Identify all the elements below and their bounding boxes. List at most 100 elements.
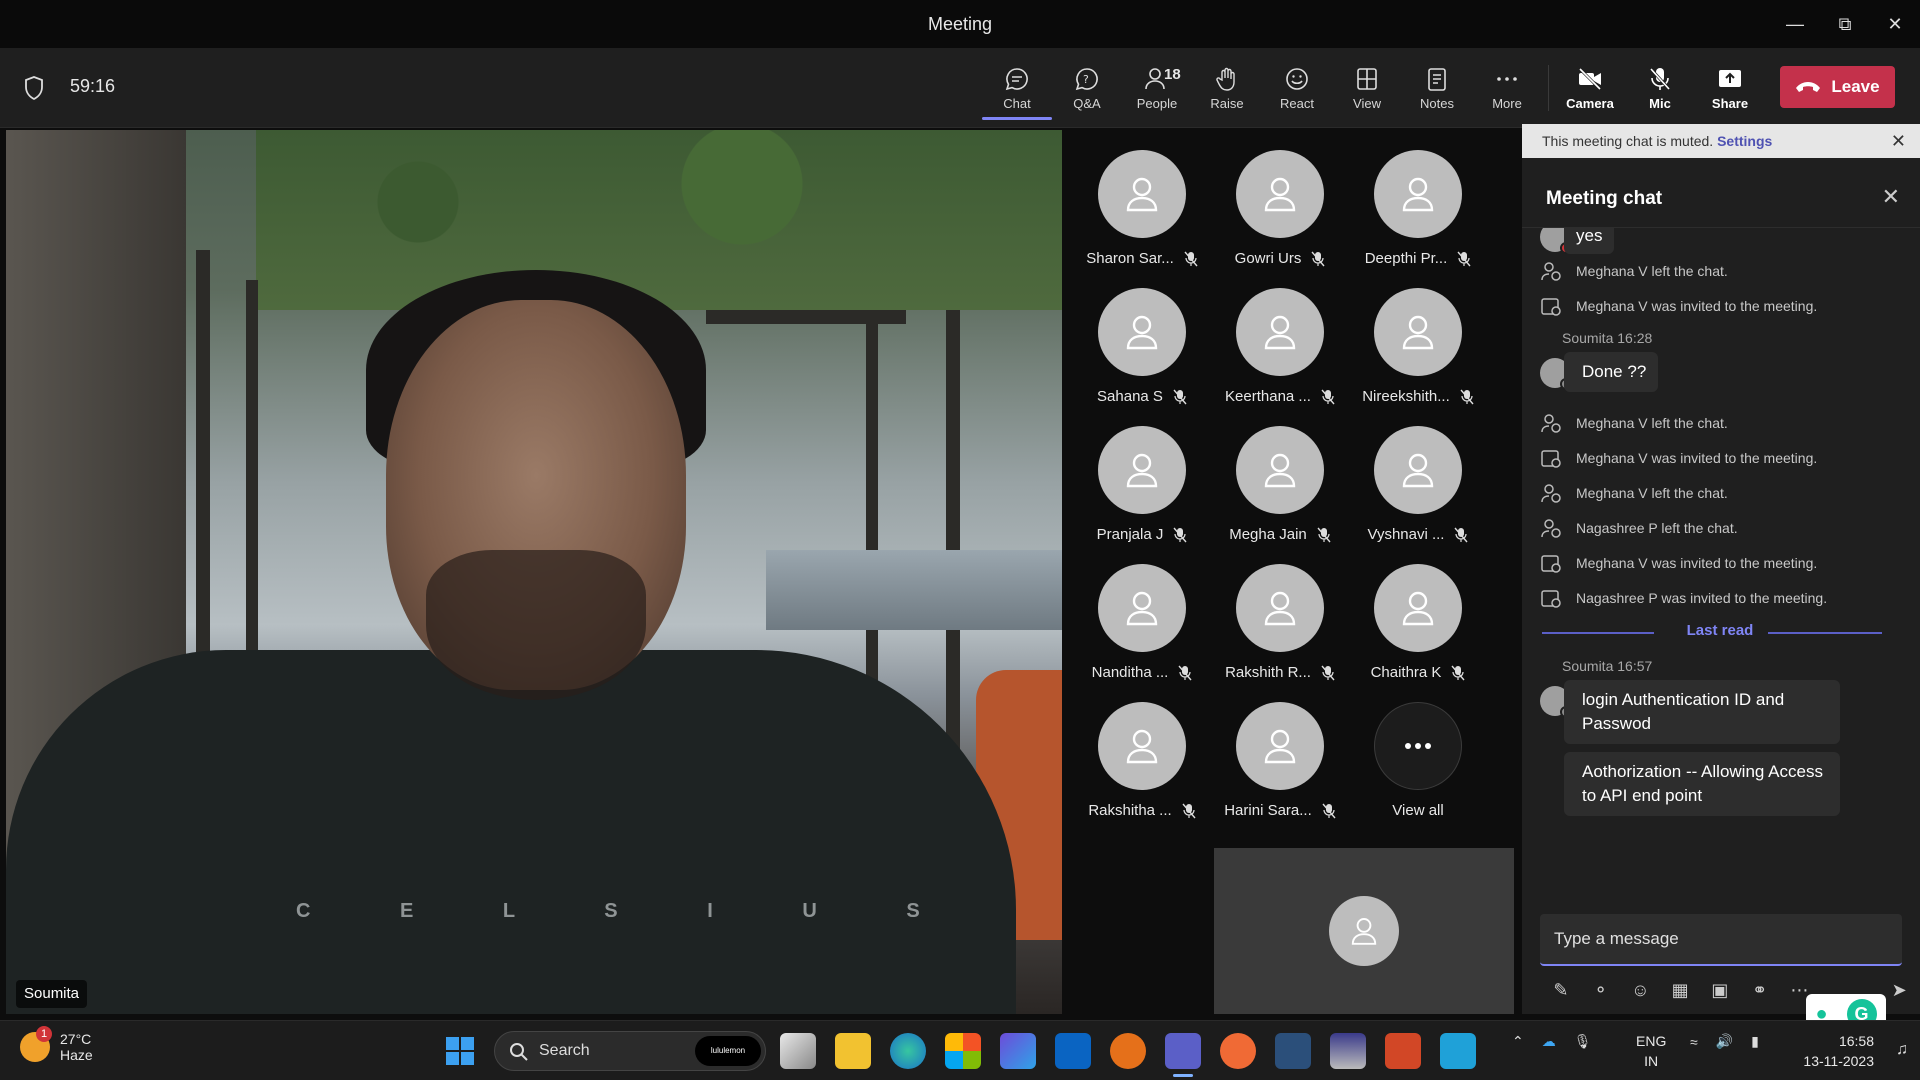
participant-tile[interactable]: Pranjala J [1072, 416, 1212, 546]
raise-hand-button[interactable]: Raise [1192, 48, 1262, 128]
onedrive-icon[interactable]: ☁ [1542, 1033, 1556, 1050]
toolbar-divider [1548, 65, 1549, 111]
self-video-tile[interactable] [1214, 848, 1514, 1014]
notepad-icon[interactable] [1440, 1033, 1476, 1069]
dismiss-banner-icon[interactable]: ✕ [1891, 124, 1906, 158]
volume-icon[interactable]: 🔊 [1716, 1033, 1733, 1050]
participant-tile[interactable]: Harini Sara... [1210, 692, 1350, 822]
view-button[interactable]: View [1332, 48, 1402, 128]
search-label: Search [539, 1042, 590, 1059]
info-app-icon[interactable] [1110, 1033, 1146, 1069]
window-title: Meeting [927, 13, 993, 34]
minimize-button[interactable]: — [1770, 0, 1820, 48]
app-icon[interactable] [1330, 1033, 1366, 1069]
system-message: Meghana V was invited to the meeting. [1540, 447, 1817, 469]
restore-button[interactable]: ⧉ [1820, 0, 1870, 48]
settings-link[interactable]: Settings [1717, 133, 1772, 149]
windows-start-icon[interactable] [446, 1037, 474, 1065]
chevron-up-icon[interactable]: ⌃ [1512, 1033, 1524, 1050]
participant-tile[interactable]: Rakshith R... [1210, 554, 1350, 684]
participant-name: Vyshnavi ... [1367, 526, 1445, 543]
participant-name-row: Gowri Urs [1210, 250, 1350, 267]
clock[interactable]: 16:58 13-11-2023 [1803, 1031, 1874, 1071]
mic-label: Mic [1649, 95, 1671, 111]
system-message-text: Meghana V left the chat. [1576, 485, 1728, 501]
copilot-icon[interactable] [1000, 1033, 1036, 1069]
participant-tile[interactable]: Vyshnavi ... [1348, 416, 1488, 546]
react-label: React [1280, 95, 1314, 111]
emoji-icon[interactable]: ☺ [1630, 980, 1652, 1001]
participant-tile[interactable]: Rakshitha ... [1072, 692, 1212, 822]
loop-icon[interactable]: ⚬ [1590, 980, 1612, 1001]
gif-icon[interactable]: ▦ [1669, 980, 1691, 1001]
view-all-label: View all [1392, 802, 1444, 819]
outlook-icon[interactable] [1055, 1033, 1091, 1069]
participant-name: Megha Jain [1229, 526, 1307, 543]
participant-name: Rakshith R... [1225, 664, 1311, 681]
send-icon[interactable]: ➤ [1888, 980, 1910, 1001]
participant-name: Harini Sara... [1224, 802, 1312, 819]
chat-messages[interactable]: yes Meghana V left the chat. Meghana V w… [1522, 228, 1920, 928]
participant-name-row: Pranjala J [1072, 526, 1212, 543]
participant-tile[interactable]: Megha Jain [1210, 416, 1350, 546]
sticker-icon[interactable]: ▣ [1709, 980, 1731, 1001]
notes-button[interactable]: Notes [1402, 48, 1472, 128]
participant-tile[interactable]: Gowri Urs [1210, 140, 1350, 270]
participant-tile[interactable]: Sharon Sar... [1072, 140, 1212, 270]
message-input[interactable] [1540, 914, 1902, 964]
avatar [1236, 564, 1324, 652]
participant-tile[interactable]: Chaithra K [1348, 554, 1488, 684]
chat-button[interactable]: Chat [982, 48, 1052, 128]
app-icon[interactable] [1275, 1033, 1311, 1069]
battery-icon[interactable]: ▮ [1751, 1033, 1759, 1050]
people-button[interactable]: 18 People [1122, 48, 1192, 128]
more-icon [1497, 76, 1517, 81]
raise-hand-icon [1216, 67, 1235, 91]
participant-tile[interactable]: Deepthi Pr... [1348, 140, 1488, 270]
task-view-icon[interactable] [780, 1033, 816, 1069]
participant-name: Chaithra K [1370, 664, 1442, 681]
title-bar: Meeting — ⧉ ✕ [0, 0, 1920, 48]
participant-tile[interactable]: Keerthana ... [1210, 278, 1350, 408]
system-message: Meghana V left the chat. [1540, 412, 1728, 434]
mic-button[interactable]: Mic [1625, 48, 1695, 128]
wifi-icon[interactable]: ≈ [1690, 1034, 1698, 1050]
qa-icon: ? [1075, 67, 1098, 90]
close-chat-icon[interactable]: ✕ [1882, 184, 1900, 210]
taskbar-search[interactable]: Search lululemon [494, 1031, 766, 1071]
participant-tile[interactable]: Sahana S [1072, 278, 1212, 408]
share-button[interactable]: Share [1695, 48, 1765, 128]
store-icon[interactable] [945, 1033, 981, 1069]
mic-muted-icon[interactable]: 🎙 [1574, 1033, 1592, 1050]
divider-line [1768, 632, 1882, 634]
edge-icon[interactable] [890, 1033, 926, 1069]
system-message-text: Nagashree P was invited to the meeting. [1576, 590, 1828, 606]
message-compose-box[interactable] [1540, 914, 1902, 966]
avatar [1098, 150, 1186, 238]
close-window-button[interactable]: ✕ [1870, 0, 1920, 48]
language-indicator[interactable]: ENG IN [1636, 1031, 1666, 1071]
camera-button[interactable]: Camera [1555, 48, 1625, 128]
mic-off-icon [1317, 527, 1331, 542]
react-button[interactable]: React [1262, 48, 1332, 128]
participant-tile[interactable]: Nireekshith... [1348, 278, 1488, 408]
view-all-button[interactable]: View all [1348, 692, 1488, 822]
more-button[interactable]: More [1472, 48, 1542, 128]
notification-badge: 1 [36, 1026, 52, 1042]
speaker-video[interactable]: C E L S I U S Soumita [6, 130, 1062, 1014]
weather-sun-icon: 1 [20, 1026, 52, 1062]
file-explorer-icon[interactable] [835, 1033, 871, 1069]
postman-icon[interactable] [1220, 1033, 1256, 1069]
powerpoint-icon[interactable] [1385, 1033, 1421, 1069]
participant-tile[interactable]: Nanditha ... [1072, 554, 1212, 684]
format-icon[interactable]: ✎ [1550, 980, 1572, 1001]
system-message-text: Meghana V left the chat. [1576, 415, 1728, 431]
qa-label: Q&A [1073, 95, 1101, 111]
notification-bell-icon[interactable]: ♫ [1896, 1041, 1908, 1059]
qa-button[interactable]: ? Q&A [1052, 48, 1122, 128]
attach-icon[interactable]: ⚭ [1749, 980, 1771, 1001]
leave-button[interactable]: Leave [1780, 66, 1895, 108]
weather-widget[interactable]: 1 27°C Haze [20, 1026, 93, 1063]
teams-icon[interactable] [1165, 1033, 1201, 1077]
people-label: People [1136, 95, 1178, 111]
